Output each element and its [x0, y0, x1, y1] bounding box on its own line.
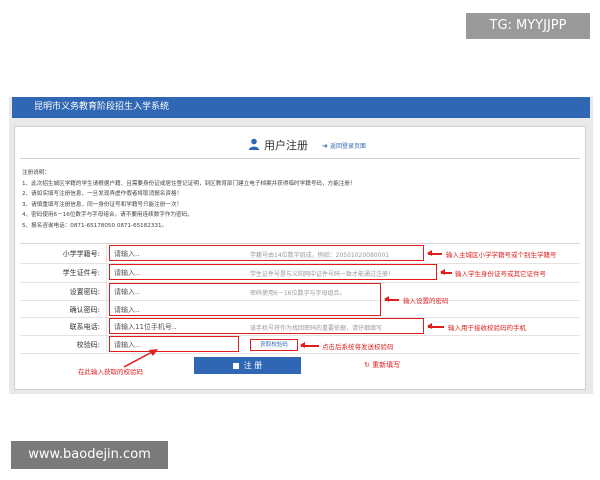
annotation-arrow-icon: [300, 342, 319, 348]
title-divider: [20, 158, 580, 159]
student-number-placeholder: 请输入..: [114, 250, 140, 258]
annotation-arrow-icon: [384, 296, 399, 302]
register-icon: [232, 363, 239, 369]
note-item: 4、密码使用6－16位数字与字母组合，请不要用连续数字作为密码。: [22, 212, 193, 218]
annotation-arrow-icon: [427, 323, 444, 329]
id-number-hint: 学生证件号是与义阳网中证件号码一致才能通过注册！: [250, 271, 395, 278]
student-number-hint: 学籍号由14位数字组成，例如：20501020080001: [250, 252, 390, 259]
tg-watermark: TG: MYYJJPP: [466, 13, 590, 39]
annotation-password: 输入设置的密码: [403, 297, 449, 305]
phone-hint: 该手机号将作为找回密码的重要依据，请仔细填写: [250, 325, 383, 332]
form-top-border: [20, 243, 580, 244]
note-item: 1、此次招生城区学籍的学生请根据户籍、且需要身份证或居住登记证明，到区教育部门建…: [22, 180, 356, 187]
note-item: 5、报名咨询电话：0871-65178050 0871-65182331。: [22, 222, 168, 229]
app-header: 昆明市义务教育阶段招生入学系统: [12, 97, 590, 118]
annotation-arrow-icon: [427, 250, 442, 256]
annotation-student-number: 输入主城区小学学籍号或个别生学籍号: [446, 251, 557, 259]
annotation-captcha-input: 在此输入获取的校验码: [78, 368, 143, 376]
notes-heading: 注册说明：: [22, 170, 50, 176]
register-button-label: 注 册: [243, 361, 263, 370]
reset-link-label: 重新填写: [372, 361, 401, 369]
row-divider: [20, 335, 580, 336]
phone-placeholder: 请输入11位手机号..: [114, 323, 177, 331]
annotation-arrow-icon: [440, 269, 452, 275]
annotation-phone: 输入用于接收校验码的手机: [448, 324, 526, 332]
get-captcha-button[interactable]: 获取校验码: [250, 339, 298, 351]
confirm-password-input[interactable]: 请输入..: [114, 305, 139, 315]
back-to-login-link[interactable]: 返回登录页面: [330, 141, 366, 150]
register-button[interactable]: 注 册: [194, 357, 301, 374]
captcha-label: 校验码:: [76, 341, 100, 349]
site-watermark: www.baodejin.com: [11, 441, 168, 469]
user-icon: [248, 138, 260, 150]
note-item: 3、请慎重填写注册信息，同一身份证号和学籍号只能注册一次！: [22, 201, 183, 208]
id-number-label: 学生证件号:: [62, 269, 100, 277]
reset-link[interactable]: ↻ 重新填写: [364, 360, 400, 370]
refresh-icon: ↻: [364, 361, 370, 369]
student-number-label: 小学学籍号:: [62, 250, 100, 258]
label-column-divider: [106, 243, 107, 353]
password-input[interactable]: 请输入..: [114, 287, 139, 297]
annotation-captcha-button: 点击后系统将发送校验码: [322, 343, 394, 351]
confirm-password-label: 确认密码:: [69, 306, 100, 314]
password-label: 设置密码:: [69, 288, 100, 296]
password-hint: 密码使用6－16位数字与字母组合。: [250, 290, 346, 297]
phone-label: 联系电话:: [69, 323, 100, 331]
note-item: 2、请如实填写注册信息，一旦发现弄虚作假者将取消报名资格！: [22, 191, 183, 197]
id-number-placeholder: 请输入..: [114, 269, 140, 277]
annotation-id-number: 输入学生身份证号或其它证件号: [455, 270, 546, 278]
back-arrow-icon[interactable]: ➜: [322, 142, 328, 150]
page-title: 用户注册: [264, 139, 308, 152]
row-divider: [20, 353, 580, 354]
registration-notes: 注册说明： 1、此次招生城区学籍的学生请根据户籍、且需要身份证或居住登记证明，到…: [22, 168, 356, 231]
